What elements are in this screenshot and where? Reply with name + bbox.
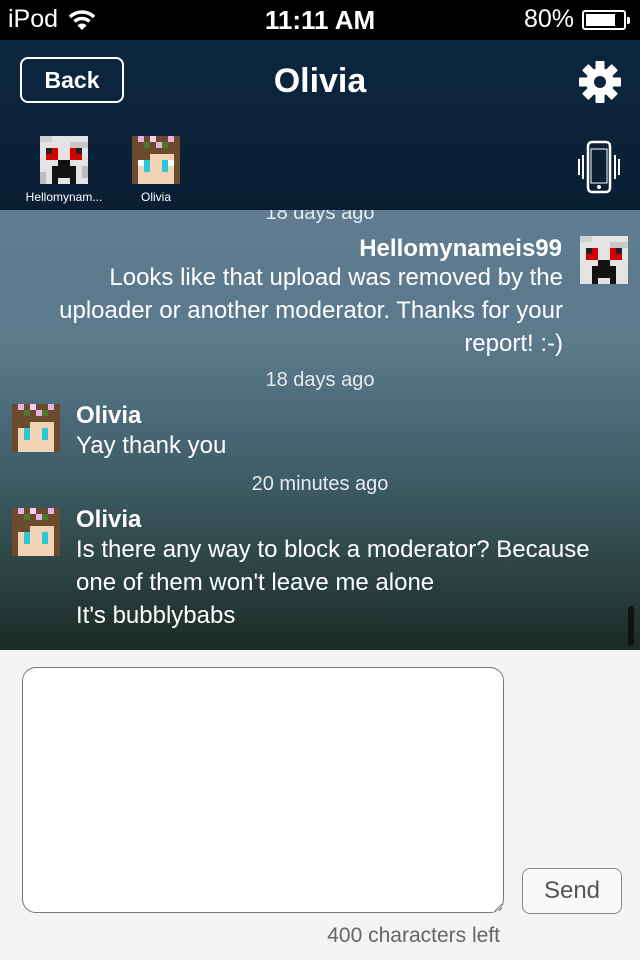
chat-scrollbar[interactable] <box>628 606 634 646</box>
phone-vibrate-icon[interactable] <box>576 140 622 194</box>
flower-girl-avatar-icon <box>12 508 60 556</box>
sender-name: Olivia <box>76 506 142 533</box>
message-line: uploader or another moderator. Thanks fo… <box>59 297 563 324</box>
participant-name: Olivia <box>140 190 171 204</box>
status-bar: iPod 11:11 AM 80% <box>0 0 640 40</box>
message-timestamp: 18 days ago <box>265 369 375 391</box>
participant-name: Hellomynam... <box>25 190 103 204</box>
message-line: Is there any way to block a moderator? B… <box>76 536 590 563</box>
message-line: Looks like that upload was removed by th… <box>109 264 563 291</box>
message-text: Is there any way to block a moderator? B… <box>76 533 590 632</box>
flower-girl-avatar-icon <box>12 404 60 452</box>
message-line: Yay thank you <box>76 432 227 459</box>
battery-icon <box>582 9 630 30</box>
participant-olivia[interactable]: Olivia <box>106 136 206 204</box>
message-line: one of them won't leave me alone <box>76 569 435 596</box>
message-timestamp: 18 days ago <box>265 210 375 224</box>
message-line: report! :-) <box>464 330 563 357</box>
compose-area: Send 400 characters left <box>0 650 640 960</box>
message-line: It's bubblybabs <box>76 602 236 629</box>
flower-girl-avatar-icon <box>132 136 180 184</box>
message-input[interactable] <box>22 667 504 913</box>
back-button[interactable]: Back <box>20 57 124 103</box>
message-text: Looks like that upload was removed by th… <box>59 261 563 360</box>
gear-icon[interactable] <box>578 60 622 104</box>
nav-bar: Back Olivia Hellomynam... Olivia <box>0 40 640 210</box>
sender-name: Hellomynameis99 <box>359 235 562 262</box>
chat-area[interactable]: 18 days ago Hellomynameis99 Looks like t… <box>0 210 640 650</box>
battery-percent: 80% <box>523 5 574 33</box>
status-right: 80% <box>523 5 630 34</box>
creeper-avatar-icon <box>40 136 88 184</box>
message-timestamp: 20 minutes ago <box>251 473 389 495</box>
send-button[interactable]: Send <box>522 868 622 914</box>
sender-name: Olivia <box>76 402 142 429</box>
message-text: Yay thank you <box>76 429 226 462</box>
creeper-avatar-icon <box>580 236 628 284</box>
char-counter: 400 characters left <box>327 924 500 947</box>
participant-hellomynameis99[interactable]: Hellomynam... <box>14 136 114 204</box>
